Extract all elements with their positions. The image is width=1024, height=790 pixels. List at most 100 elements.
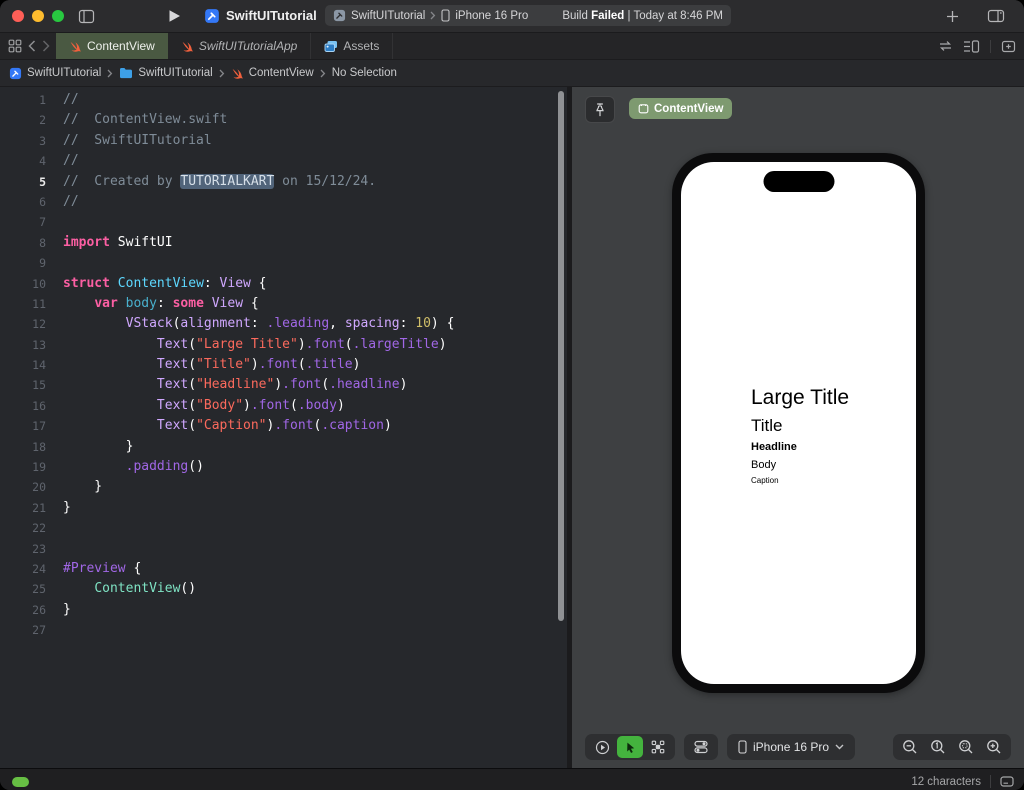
breadcrumb-label: No Selection	[331, 67, 397, 79]
line-number: 13	[32, 337, 46, 352]
minimap-list-icon[interactable]	[963, 39, 980, 53]
code-text: var body: some View {	[94, 295, 259, 311]
zoom-out-icon	[902, 739, 918, 755]
code-line: 15 Text("Headline").font(.headline)	[0, 375, 567, 395]
preview-target-chip[interactable]: ContentView	[629, 98, 733, 119]
device-settings-icon	[693, 740, 709, 754]
run-button[interactable]	[164, 6, 184, 26]
play-circle-icon	[595, 740, 610, 755]
zoom-window-button[interactable]	[52, 10, 64, 22]
chevron-down-icon	[835, 744, 844, 750]
line-number: 23	[32, 541, 46, 556]
code-text: //	[63, 92, 79, 107]
divider	[990, 39, 991, 53]
swift-file-icon	[69, 40, 82, 53]
code-line: 7	[0, 212, 567, 232]
code-line: 25 ContentView()	[0, 579, 567, 599]
breadcrumb-item[interactable]: No Selection	[332, 67, 397, 79]
code-line: 9	[0, 253, 567, 273]
breadcrumb-item[interactable]: ContentView	[231, 67, 314, 80]
breadcrumb-item[interactable]: SwiftUITutorial	[9, 67, 101, 80]
swap-editors-icon[interactable]	[938, 40, 953, 52]
line-number: 17	[32, 419, 46, 434]
canvas-view-icon	[638, 103, 649, 114]
chevron-right-icon	[219, 69, 225, 78]
toggle-navigator-sidebar-button[interactable]	[76, 6, 96, 26]
line-number: 3	[39, 133, 46, 148]
preview-text: Body	[751, 458, 777, 471]
run-destination[interactable]: iPhone 16 Pro	[455, 10, 528, 22]
activity-status-pill[interactable]: SwiftUITutorial iPhone 16 Pro Build Fail…	[325, 5, 731, 26]
line-number: 2	[39, 113, 46, 128]
character-count: 12 characters	[911, 775, 981, 788]
line-number: 16	[32, 398, 46, 413]
code-text: // SwiftUITutorial	[63, 132, 212, 148]
editor-scrollbar[interactable]	[558, 91, 564, 621]
line-number: 1	[39, 93, 46, 107]
chevron-right-icon	[320, 69, 326, 78]
tab-assets[interactable]: Assets	[311, 33, 394, 59]
tab-contentview[interactable]: ContentView	[56, 33, 168, 59]
code-text: }	[63, 479, 103, 495]
variants-grid-button[interactable]	[645, 736, 671, 758]
line-number: 10	[32, 276, 46, 291]
breadcrumb-label: SwiftUITutorial	[138, 67, 213, 79]
chevron-right-icon	[430, 11, 436, 20]
code-line: 10 struct ContentView: View {	[0, 274, 567, 294]
zoom-fit-button[interactable]	[953, 736, 979, 758]
app-target-icon	[9, 67, 22, 80]
related-items-icon[interactable]	[8, 39, 22, 53]
iphone-screen[interactable]: Large Title Title Headline Body Caption	[681, 162, 916, 684]
minimize-window-button[interactable]	[32, 10, 44, 22]
line-endings-icon[interactable]	[1000, 776, 1014, 787]
line-number: 26	[32, 602, 46, 617]
code-text: .padding()	[125, 459, 204, 475]
iphone-device-icon	[441, 9, 450, 22]
code-lines: 1 // 2 // ContentView.swift 3 // SwiftUITutor…	[0, 87, 567, 641]
code-line: 18 }	[0, 437, 567, 457]
line-number: 25	[32, 582, 46, 597]
line-number: 9	[39, 256, 46, 271]
pin-preview-button[interactable]	[585, 96, 615, 123]
code-line: 8 import SwiftUI	[0, 233, 567, 253]
tab-swiftuitutorialapp[interactable]: SwiftUITutorialApp	[168, 33, 312, 59]
breadcrumb-label: SwiftUITutorial	[27, 67, 102, 79]
code-text: Text("Headline").font(.headline)	[156, 377, 408, 393]
zoom-100-icon	[930, 739, 946, 755]
add-editor-icon[interactable]	[1001, 40, 1016, 53]
line-number: 18	[32, 439, 46, 454]
line-number: 4	[39, 154, 46, 169]
line-number: 19	[32, 460, 46, 475]
line-number: 7	[39, 215, 46, 230]
window-project-title: SwiftUITutorial	[226, 8, 317, 23]
editor-layout-button[interactable]	[986, 6, 1006, 26]
code-line: 22	[0, 518, 567, 538]
swift-file-icon	[181, 40, 194, 53]
line-number: 5	[39, 174, 46, 189]
play-circle-button[interactable]	[589, 736, 615, 758]
line-number: 20	[32, 480, 46, 495]
preview-text: Large Title	[751, 385, 850, 409]
preview-device-selector[interactable]: iPhone 16 Pro	[727, 734, 856, 760]
code-text: import SwiftUI	[63, 234, 173, 250]
preview-mode-group	[585, 734, 675, 760]
close-window-button[interactable]	[12, 10, 24, 22]
zoom-100-button[interactable]	[925, 736, 951, 758]
device-settings-button[interactable]	[684, 734, 718, 760]
zoom-out-button[interactable]	[897, 736, 923, 758]
cursor-arrow-button[interactable]	[617, 736, 643, 758]
zoom-controls-group	[893, 734, 1011, 760]
go-forward-button[interactable]	[42, 40, 50, 52]
code-text: // Created by TUTORIALKART on 15/12/24.	[63, 173, 377, 189]
pin-icon	[594, 102, 606, 117]
library-plus-button[interactable]	[942, 6, 962, 26]
code-line: 23	[0, 539, 567, 559]
code-text: ContentView()	[94, 581, 197, 597]
go-back-button[interactable]	[28, 40, 36, 52]
preview-text-stack: Large Title Title Headline Body Caption	[751, 386, 849, 486]
scheme-name[interactable]: SwiftUITutorial	[351, 10, 425, 22]
tab-label: ContentView	[87, 39, 155, 53]
breadcrumb-item[interactable]: SwiftUITutorial	[119, 67, 213, 79]
zoom-in-button[interactable]	[981, 736, 1007, 758]
source-editor[interactable]: 1 // 2 // ContentView.swift 3 // SwiftUITutor…	[0, 87, 567, 768]
